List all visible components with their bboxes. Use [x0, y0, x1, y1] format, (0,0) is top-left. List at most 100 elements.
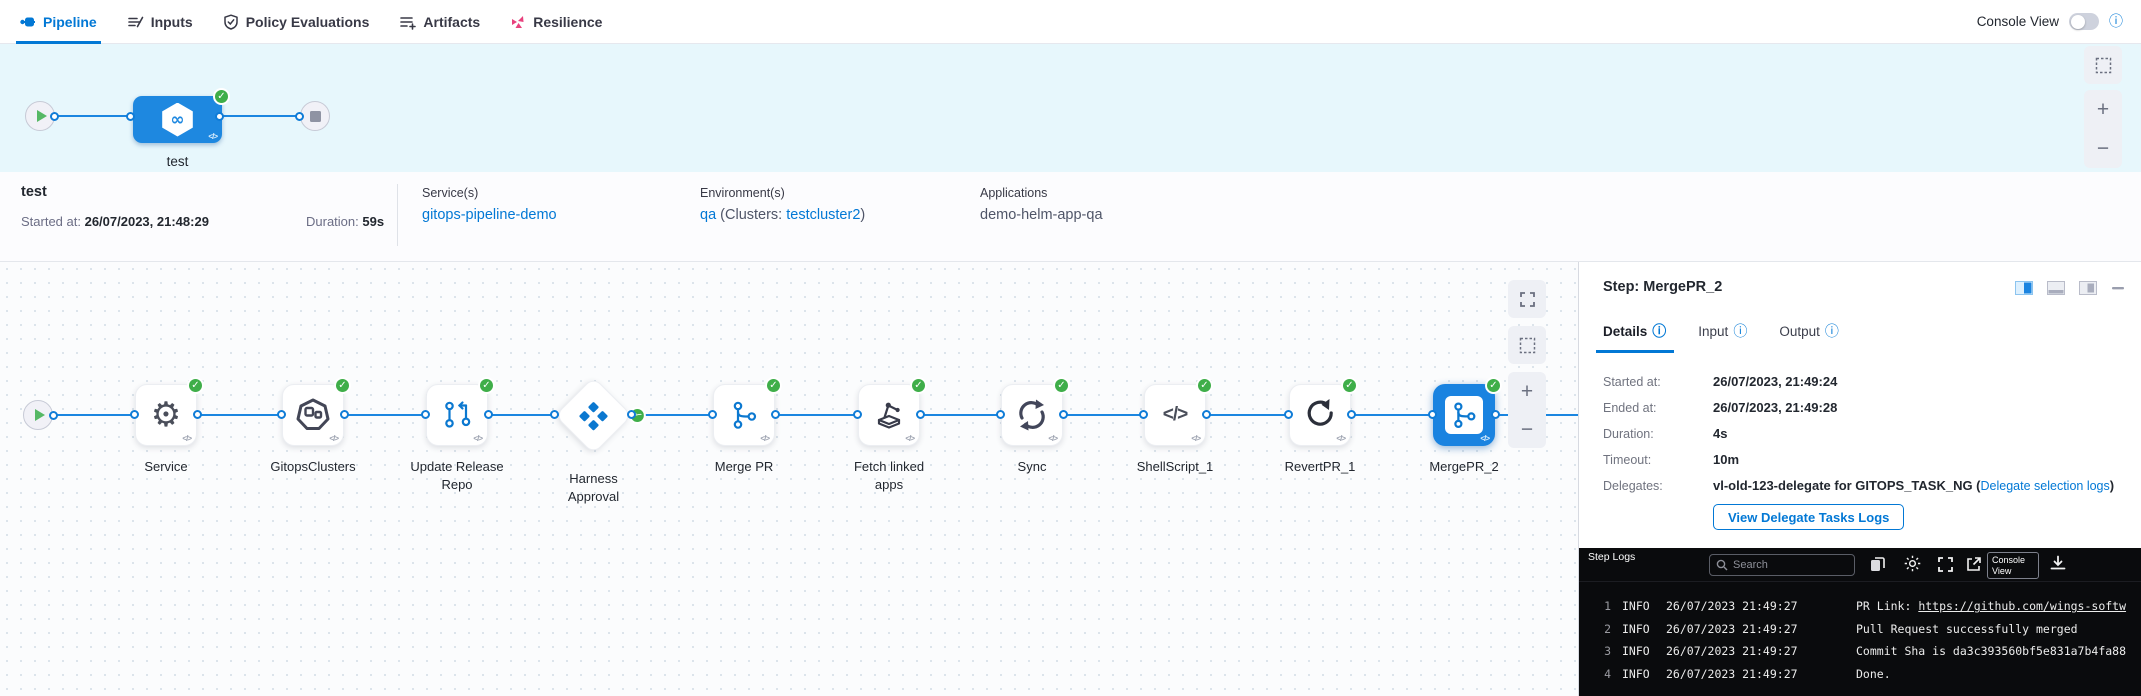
environment-link[interactable]: qa [700, 207, 716, 223]
tab-resilience-label: Resilience [533, 13, 603, 30]
template-icon: </> [329, 434, 339, 443]
step-label: RevertPR_1 [1284, 459, 1356, 474]
success-check-icon: ✓ [213, 88, 230, 105]
pipeline-end-node[interactable] [300, 101, 330, 131]
layout-right-inset-icon[interactable] [2079, 281, 2097, 295]
tab-artifacts[interactable]: Artifacts [399, 0, 480, 44]
field-label: Duration: [1603, 427, 1654, 441]
zoom-in-button[interactable]: + [1521, 381, 1533, 402]
node-port [550, 410, 559, 419]
log-search-box[interactable] [1709, 554, 1855, 576]
success-check-icon: ✓ [1485, 377, 1502, 394]
copy-icon[interactable] [1869, 555, 1887, 573]
step-node-service[interactable]: ⚙ ✓ </> Service [130, 377, 204, 474]
fit-selection-button[interactable] [2084, 46, 2122, 84]
tab-inputs[interactable]: Inputs [127, 0, 193, 44]
step-node-update-release-repo[interactable]: ✓ </> Update Release Repo [410, 377, 504, 492]
log-line: 4 INFO 26/07/2023 21:49:27 Done. [1604, 666, 1891, 681]
step-label: GitopsClusters [270, 459, 356, 474]
step-panel-title: Step: MergePR_2 [1603, 279, 1723, 295]
step-node-sync[interactable]: ✓ </> Sync [996, 377, 1070, 474]
field-value: 10m [1713, 452, 1740, 467]
stage-node-test[interactable]: ∞ ✓ </> [133, 88, 230, 143]
step-logs-console: Step Logs Console View 1INFO26/07/2023 2… [1579, 548, 2141, 696]
pipeline-icon [20, 17, 35, 26]
delegate-selection-logs-link[interactable]: Delegate selection logs [1981, 479, 2110, 493]
info-icon: ⓘ [1652, 323, 1667, 340]
tab-pipeline-label: Pipeline [43, 13, 97, 30]
fit-selection-button[interactable] [1508, 326, 1546, 364]
node-port [50, 111, 59, 121]
applications-block: Applications demo-helm-app-qa [980, 186, 1103, 223]
resilience-chaos-icon [512, 15, 524, 28]
node-port [277, 410, 286, 419]
cluster-link[interactable]: testcluster2 [786, 207, 860, 223]
gear-icon[interactable] [1903, 554, 1922, 573]
step-label: Merge PR [714, 459, 774, 474]
step-node-mergepr-2-selected[interactable]: ✓ </> MergePR_2 [1428, 377, 1502, 474]
tab-output[interactable]: Output ⓘ [1779, 324, 1839, 339]
tab-policy-evaluations[interactable]: Policy Evaluations [223, 0, 369, 44]
stage-zoom-control: + − [2084, 90, 2122, 168]
node-port [1139, 410, 1148, 419]
git-branch-icon [733, 401, 757, 429]
gear-icon: ⚙ [150, 395, 182, 435]
step-node-shellscript-1[interactable]: </> ✓ </> ShellScript_1 [1137, 377, 1213, 474]
step-label: Update Release Repo [410, 459, 504, 492]
execution-graph-canvas[interactable]: ⚙ ✓ </> Service ✓ </> GitopsClusters ✓ <… [0, 262, 1579, 696]
top-navigation: Pipeline Inputs Policy Evaluations Artif… [0, 0, 2141, 44]
template-icon: </> [1191, 434, 1201, 443]
node-port [1284, 410, 1293, 419]
field-label: Timeout: [1603, 453, 1652, 467]
view-delegate-tasks-logs-button[interactable]: View Delegate Tasks Logs [1713, 504, 1905, 530]
step-node-harness-approval[interactable]: ✓ Harness Approval [550, 376, 650, 504]
layout-split-right-icon[interactable] [2015, 281, 2033, 295]
play-icon [36, 110, 47, 122]
zoom-in-button[interactable]: + [2097, 99, 2109, 120]
info-icon: ⓘ [1733, 323, 1748, 340]
template-icon: </> [473, 434, 483, 443]
execution-name: test [21, 184, 47, 200]
console-view-button[interactable]: Console View [1987, 552, 2039, 579]
stage-label[interactable]: test [111, 154, 244, 169]
log-line: 1 INFO 26/07/2023 21:49:27 PR Link: https:/… [1604, 599, 2127, 613]
node-port [708, 410, 717, 419]
template-icon: </> [760, 434, 770, 443]
stop-icon [309, 110, 321, 122]
step-label: Sync [1017, 459, 1047, 474]
tab-resilience[interactable]: Resilience [510, 0, 602, 44]
open-in-new-icon[interactable] [1965, 556, 1982, 573]
success-check-icon: ✓ [478, 377, 495, 394]
console-view-toggle[interactable] [2069, 13, 2099, 30]
download-icon[interactable] [2049, 554, 2067, 572]
revert-icon [1307, 399, 1333, 426]
stage-graph-band: ∞ ✓ </> test + − [0, 44, 2141, 172]
node-port [295, 111, 304, 121]
dashed-square-icon [2095, 57, 2111, 73]
template-icon: </> [1336, 434, 1346, 443]
step-node-merge-pr[interactable]: ✓ </> Merge PR [708, 377, 782, 474]
services-block: Service(s) gitops-pipeline-demo [422, 186, 557, 223]
step-node-revertpr-1[interactable]: ✓ </> RevertPR_1 [1284, 377, 1358, 474]
started-at: Started at: 26/07/2023, 21:48:29 [21, 214, 209, 229]
stage-connector [222, 115, 302, 117]
layout-bottom-icon[interactable] [2047, 281, 2065, 295]
node-port [1059, 410, 1068, 419]
step-node-gitopsclusters[interactable]: ✓ </> GitopsClusters [270, 377, 356, 474]
expand-canvas-button[interactable] [1508, 280, 1546, 318]
pr-link[interactable]: https://github.com/wings-softw [1918, 599, 2126, 613]
minimize-icon[interactable] [2111, 281, 2125, 295]
zoom-out-button[interactable]: − [1521, 419, 1533, 440]
step-node-fetch-linked-apps[interactable]: ✓ </> Fetch linked apps [853, 377, 927, 492]
search-icon [1716, 559, 1728, 571]
console-header: Step Logs Console View [1579, 548, 2141, 582]
fullscreen-icon[interactable] [1937, 556, 1954, 573]
tab-details[interactable]: Details ⓘ [1603, 324, 1666, 339]
tab-pipeline[interactable]: Pipeline [16, 0, 101, 44]
log-lines[interactable]: 1 INFO 26/07/2023 21:49:27 PR Link: https:/… [1579, 582, 2141, 685]
tab-input[interactable]: Input ⓘ [1698, 324, 1747, 339]
service-link[interactable]: gitops-pipeline-demo [422, 207, 557, 223]
zoom-out-button[interactable]: − [2097, 138, 2109, 159]
info-icon[interactable]: ⓘ [2109, 15, 2123, 29]
log-search-input[interactable] [1733, 559, 1843, 571]
